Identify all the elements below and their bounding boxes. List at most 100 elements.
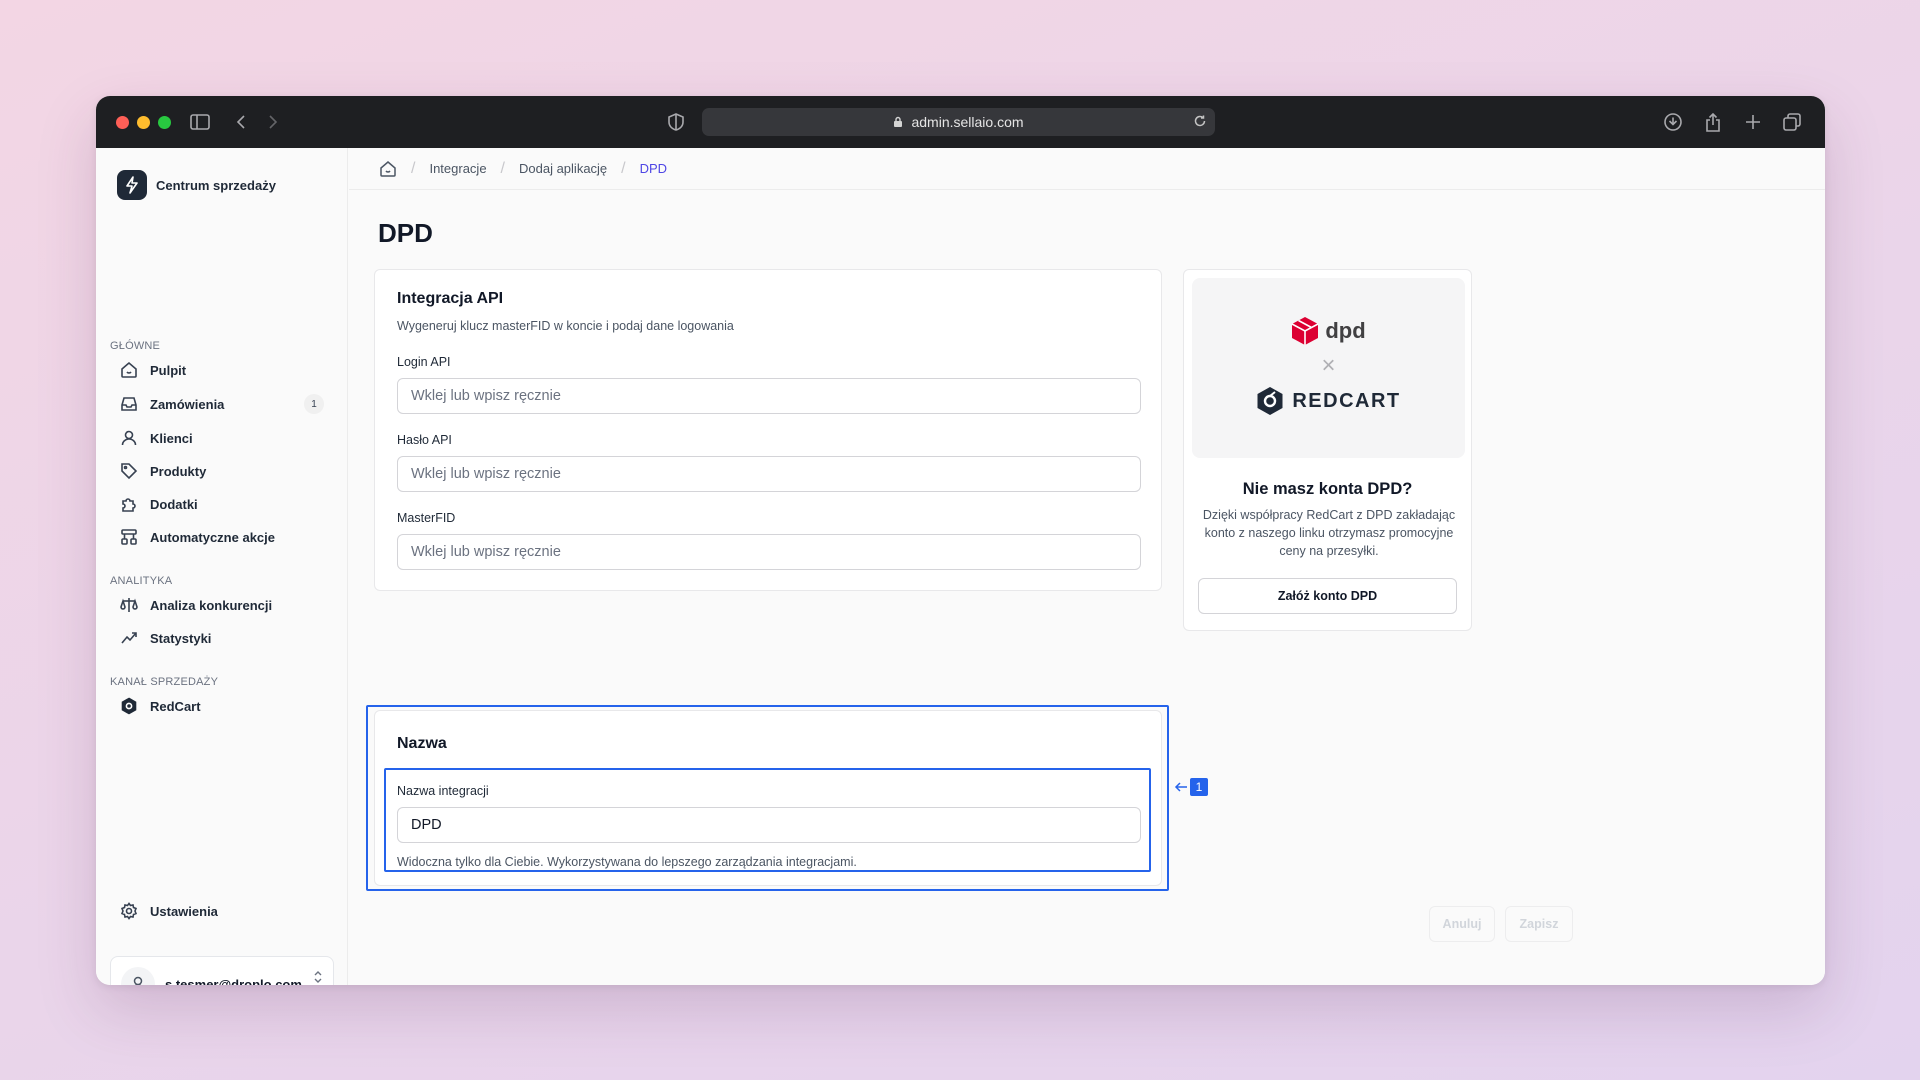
section-title-main: GŁÓWNE: [110, 340, 161, 352]
section-title-analytics: ANALITYKA: [110, 575, 173, 587]
lock-icon: [893, 116, 903, 128]
avatar: [121, 967, 155, 985]
sidebar-item-label: Klienci: [150, 430, 193, 446]
redcart-hex-icon: [1257, 387, 1283, 415]
api-integration-card: Integracja API Wygeneruj klucz masterFID…: [374, 269, 1162, 591]
download-icon[interactable]: [1662, 96, 1684, 148]
dpd-promo-card: dpd × REDCART Nie masz konta DPD? Dzięki…: [1183, 269, 1472, 631]
api-card-subtitle: Wygeneruj klucz masterFID w koncie i pod…: [397, 319, 734, 333]
arrow-left-icon: [1174, 782, 1187, 792]
sidebar-item-label: Automatyczne akcje: [150, 529, 275, 545]
sidebar-item-label: Produkty: [150, 463, 207, 479]
user-email: s.tesmer@droplo.com: [165, 976, 302, 986]
sidebar-item-label: Dodatki: [150, 496, 198, 512]
annotation-number: 1: [1190, 778, 1208, 796]
privacy-shield-icon[interactable]: [666, 96, 686, 148]
save-button[interactable]: Zapisz: [1505, 906, 1573, 942]
dpd-cube-icon: [1291, 317, 1319, 345]
promo-text: Dzięki współpracy RedCart z DPD zakładaj…: [1202, 508, 1456, 558]
sidebar-item-label: Ustawienia: [150, 903, 218, 919]
url-text: admin.sellaio.com: [911, 114, 1024, 130]
sidebar-item-label: Pulpit: [150, 362, 187, 378]
redcart-logo-icon: [121, 697, 137, 715]
window-controls: [116, 115, 171, 129]
password-api-input[interactable]: [397, 456, 1141, 492]
puzzle-icon: [122, 498, 136, 512]
back-icon[interactable]: [232, 96, 250, 148]
page-title: DPD: [378, 218, 433, 248]
address-bar[interactable]: admin.sellaio.com: [702, 108, 1215, 136]
redcart-logo: REDCART: [1192, 386, 1465, 416]
integration-name-input[interactable]: [397, 807, 1141, 843]
minimize-window-button[interactable]: [137, 115, 150, 129]
orders-count-badge: 1: [304, 394, 324, 414]
scale-icon: [120, 598, 138, 612]
sidebar-item-redcart[interactable]: RedCart: [110, 692, 334, 720]
partner-logos: dpd × REDCART: [1192, 278, 1465, 458]
breadcrumb-add-app[interactable]: Dodaj aplikację: [519, 161, 607, 176]
sidebar-toggle-icon[interactable]: [188, 96, 212, 148]
brand-logo-icon: [117, 170, 147, 200]
sidebar-item-orders[interactable]: Zamówienia 1: [110, 390, 334, 418]
trending-up-icon: [121, 632, 137, 644]
user-menu[interactable]: s.tesmer@droplo.com: [110, 956, 334, 985]
api-card-title: Integracja API: [397, 290, 504, 307]
close-window-button[interactable]: [116, 115, 129, 129]
sidebar: Centrum sprzedaży GŁÓWNE Pulpit Zamówien…: [96, 148, 348, 985]
password-api-label: Hasło API: [397, 433, 452, 447]
sidebar-item-label: RedCart: [150, 698, 201, 714]
breadcrumb-separator: /: [411, 159, 416, 177]
main-content: / Integracje / Dodaj aplikację / DPD DPD…: [349, 148, 1825, 985]
annotation-marker: 1: [1174, 778, 1208, 796]
inbox-icon: [121, 397, 137, 411]
reload-icon[interactable]: [1193, 114, 1207, 131]
tag-icon: [121, 463, 138, 480]
breadcrumb-home-icon[interactable]: [379, 160, 397, 178]
x-separator-icon: ×: [1321, 352, 1336, 379]
sidebar-item-clients[interactable]: Klienci: [110, 424, 334, 452]
name-card-title: Nazwa: [397, 735, 447, 752]
workflow-icon: [121, 529, 137, 545]
sidebar-item-settings[interactable]: Ustawienia: [110, 897, 334, 925]
masterfid-label: MasterFID: [397, 511, 456, 525]
sidebar-item-dashboard[interactable]: Pulpit: [110, 356, 334, 384]
gear-icon: [120, 902, 138, 920]
dpd-logo: dpd: [1192, 316, 1465, 346]
sidebar-item-label: Zamówienia: [150, 396, 225, 412]
breadcrumb-separator: /: [500, 159, 505, 177]
user-avatar-icon: [133, 976, 143, 985]
section-title-channel: KANAŁ SPRZEDAŻY: [110, 676, 219, 688]
sidebar-item-addons[interactable]: Dodatki: [110, 490, 334, 518]
breadcrumb-separator: /: [621, 159, 626, 177]
breadcrumb-current: DPD: [639, 161, 668, 176]
cancel-button[interactable]: Anuluj: [1429, 906, 1495, 942]
login-api-label: Login API: [397, 355, 451, 369]
redcart-wordmark: REDCART: [1292, 389, 1401, 412]
tab-overview-icon[interactable]: [1780, 96, 1804, 148]
sidebar-item-label: Statystyki: [150, 630, 212, 646]
chevron-up-down-icon: [313, 969, 323, 985]
sidebar-item-products[interactable]: Produkty: [110, 457, 334, 485]
promo-title: Nie masz konta DPD?: [1242, 480, 1413, 498]
home-icon: [121, 361, 137, 378]
user-icon: [121, 430, 137, 446]
sidebar-item-label: Analiza konkurencji: [150, 597, 273, 613]
create-dpd-account-button[interactable]: Załóż konto DPD: [1198, 578, 1457, 614]
sidebar-item-automations[interactable]: Automatyczne akcje: [110, 523, 334, 551]
forward-icon[interactable]: [264, 96, 282, 148]
brand[interactable]: Centrum sprzedaży: [117, 170, 276, 200]
brand-name: Centrum sprzedaży: [156, 177, 276, 193]
masterfid-input[interactable]: [397, 534, 1141, 570]
breadcrumb-integrations[interactable]: Integracje: [429, 161, 486, 176]
dpd-wordmark: dpd: [1325, 318, 1366, 343]
share-icon[interactable]: [1702, 96, 1724, 148]
login-api-input[interactable]: [397, 378, 1141, 414]
integration-name-hint: Widoczna tylko dla Ciebie. Wykorzystywan…: [397, 855, 857, 869]
breadcrumb: / Integracje / Dodaj aplikację / DPD: [349, 148, 1825, 190]
sidebar-item-stats[interactable]: Statystyki: [110, 624, 334, 652]
sidebar-item-competition[interactable]: Analiza konkurencji: [110, 591, 334, 619]
maximize-window-button[interactable]: [158, 115, 171, 129]
browser-window: admin.sellaio.com Centrum sprzedaży GŁÓW…: [96, 96, 1825, 985]
new-tab-icon[interactable]: [1742, 96, 1764, 148]
integration-name-label: Nazwa integracji: [397, 784, 489, 798]
